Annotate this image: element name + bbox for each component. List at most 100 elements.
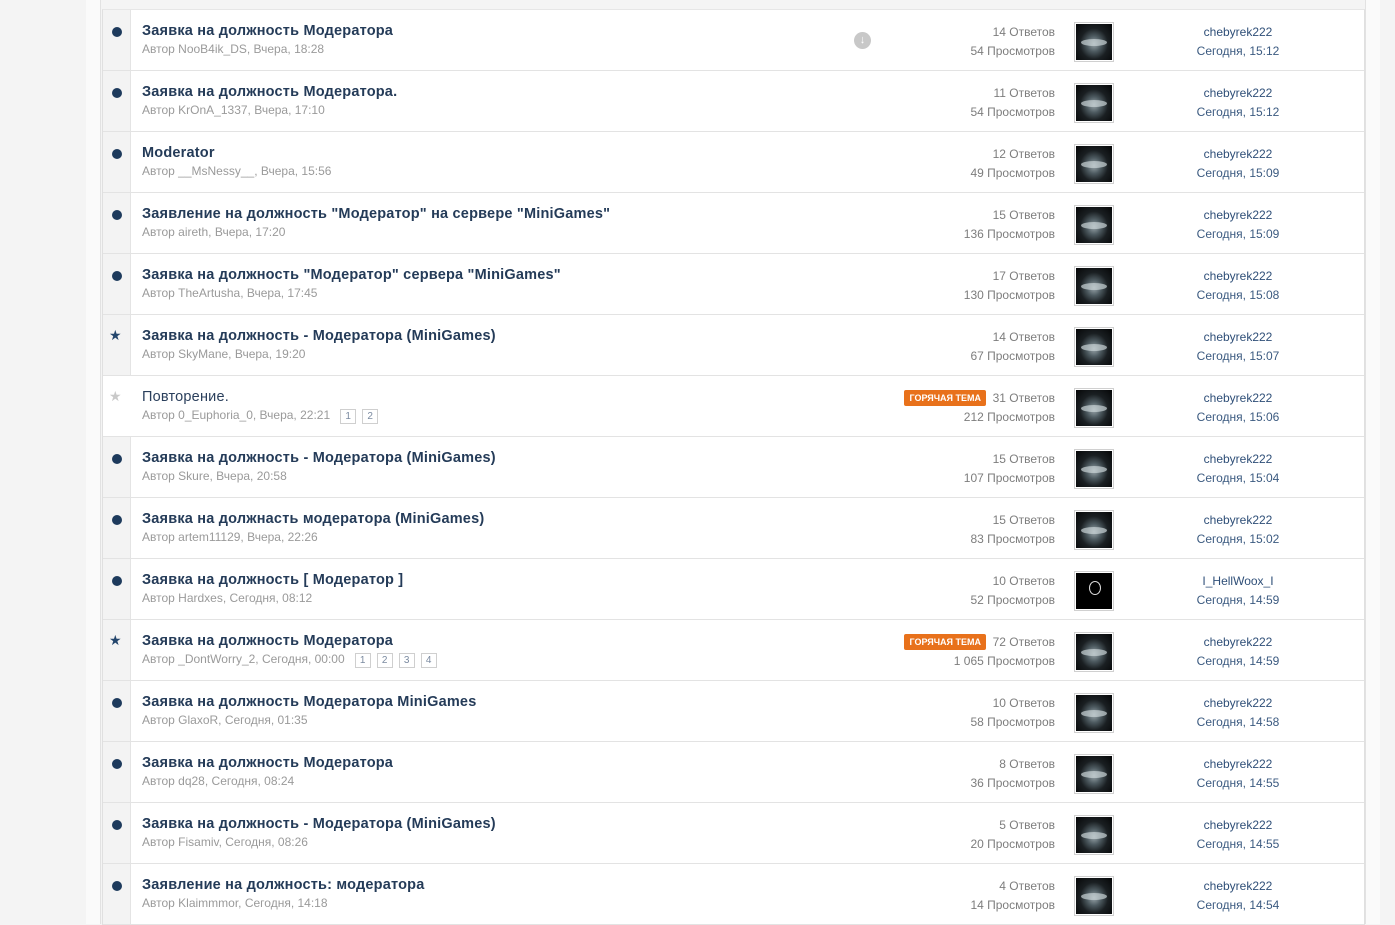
last-poster-avatar[interactable]	[1074, 266, 1114, 306]
last-poster-link[interactable]: chebyrek222	[1183, 450, 1293, 469]
thread-title-link[interactable]: Заявка на должность - Модератора (MiniGa…	[142, 816, 496, 832]
last-post-time-link[interactable]: Сегодня, 15:09	[1183, 164, 1293, 183]
last-poster-link[interactable]: chebyrek222	[1183, 328, 1293, 347]
thread-row: Заявка на должность Модератора MiniGames…	[103, 681, 1364, 742]
thread-title-link[interactable]: Заявка на должность - Модератора (MiniGa…	[142, 328, 496, 344]
thread-title-link[interactable]: Заявка на должность [ Модератор ]	[142, 572, 403, 588]
thread-row: Заявка на должнасть модератора (MiniGame…	[103, 498, 1364, 559]
reply-count: 14 Ответов	[992, 330, 1055, 344]
last-post-info: chebyrek222 Сегодня, 15:12	[1183, 23, 1293, 61]
last-post-time-link[interactable]: Сегодня, 14:54	[1183, 896, 1293, 915]
thread-title-link[interactable]: Заявка на должность Модератора	[142, 755, 393, 771]
thread-title-link[interactable]: Заявка на должность "Модератор" сервера …	[142, 267, 561, 283]
last-poster-avatar[interactable]	[1074, 876, 1114, 916]
thread-author-text: Автор Hardxes, Сегодня, 08:12	[142, 591, 313, 605]
last-poster-avatar[interactable]	[1074, 815, 1114, 855]
unread-dot-icon	[112, 149, 122, 159]
last-post-time-link[interactable]: Сегодня, 14:59	[1183, 652, 1293, 671]
last-poster-link[interactable]: chebyrek222	[1183, 877, 1293, 896]
reply-count: 11 Ответов	[993, 86, 1055, 100]
last-poster-link[interactable]: I_HellWoox_I	[1183, 572, 1293, 591]
last-poster-avatar[interactable]	[1074, 449, 1114, 489]
thread-author-text: Автор TheArtusha, Вчера, 17:45	[142, 286, 318, 300]
last-post-time-link[interactable]: Сегодня, 14:55	[1183, 774, 1293, 793]
last-poster-link[interactable]: chebyrek222	[1183, 145, 1293, 164]
last-post-time-link[interactable]: Сегодня, 15:06	[1183, 408, 1293, 427]
last-post-time-link[interactable]: Сегодня, 15:07	[1183, 347, 1293, 366]
thread-author-line: Автор __MsNessy__, Вчера, 15:56	[142, 164, 331, 178]
last-post-time-link[interactable]: Сегодня, 15:08	[1183, 286, 1293, 305]
last-post-info: chebyrek222 Сегодня, 15:06	[1183, 389, 1293, 427]
thread-status-cell	[103, 132, 131, 192]
thread-stats: 14 Ответов 67 Просмотров	[970, 328, 1055, 366]
last-poster-link[interactable]: chebyrek222	[1183, 755, 1293, 774]
last-post-time-link[interactable]: Сегодня, 15:12	[1183, 103, 1293, 122]
last-poster-avatar[interactable]	[1074, 22, 1114, 62]
thread-title-link[interactable]: Заявка на должность Модератора MiniGames	[142, 694, 476, 710]
last-post-time-link[interactable]: Сегодня, 14:55	[1183, 835, 1293, 854]
jump-to-unread-icon[interactable]: ↓	[854, 32, 871, 49]
last-post-time-link[interactable]: Сегодня, 14:58	[1183, 713, 1293, 732]
page-link[interactable]: 1	[340, 409, 357, 424]
last-poster-avatar[interactable]	[1074, 83, 1114, 123]
thread-author-line: Автор NooB4ik_DS, Вчера, 18:28	[142, 42, 324, 56]
last-poster-avatar[interactable]	[1074, 754, 1114, 794]
thread-author-text: Автор aireth, Вчера, 17:20	[142, 225, 286, 239]
unread-dot-icon	[112, 698, 122, 708]
page-link[interactable]: 1	[354, 653, 371, 668]
last-post-time-link[interactable]: Сегодня, 14:59	[1183, 591, 1293, 610]
thread-author-line: Автор aireth, Вчера, 17:20	[142, 225, 285, 239]
thread-title-link[interactable]: Заявка на должность Модератора	[142, 23, 393, 39]
page-link[interactable]: 3	[398, 653, 415, 668]
last-poster-link[interactable]: chebyrek222	[1183, 23, 1293, 42]
last-post-time-link[interactable]: Сегодня, 15:02	[1183, 530, 1293, 549]
avatar-image	[1076, 878, 1112, 914]
last-poster-avatar[interactable]	[1074, 205, 1114, 245]
last-poster-link[interactable]: chebyrek222	[1183, 633, 1293, 652]
page-link[interactable]: 2	[376, 653, 393, 668]
view-count: 58 Просмотров	[970, 715, 1055, 729]
last-poster-link[interactable]: chebyrek222	[1183, 389, 1293, 408]
thread-title-link[interactable]: Заявка на должнасть модератора (MiniGame…	[142, 511, 484, 527]
last-poster-avatar[interactable]	[1074, 693, 1114, 733]
last-poster-link[interactable]: chebyrek222	[1183, 694, 1293, 713]
last-poster-avatar[interactable]	[1074, 327, 1114, 367]
thread-page-links: 1234	[354, 652, 443, 668]
view-count: 20 Просмотров	[970, 837, 1055, 851]
view-count: 107 Просмотров	[963, 471, 1055, 485]
last-post-info: chebyrek222 Сегодня, 14:54	[1183, 877, 1293, 915]
thread-row: Заявление на должность: модератора Автор …	[103, 864, 1364, 925]
avatar-image	[1076, 634, 1112, 670]
thread-title-link[interactable]: Заявка на должность - Модератора (MiniGa…	[142, 450, 496, 466]
reply-count: 10 Ответов	[992, 574, 1055, 588]
last-poster-avatar[interactable]	[1074, 510, 1114, 550]
thread-row: Moderator Автор __MsNessy__, Вчера, 15:56…	[103, 132, 1364, 193]
last-poster-link[interactable]: chebyrek222	[1183, 84, 1293, 103]
thread-title-link[interactable]: Заявка на должность Модератора	[142, 633, 393, 649]
last-post-time-link[interactable]: Сегодня, 15:12	[1183, 42, 1293, 61]
last-post-time-link[interactable]: Сегодня, 15:09	[1183, 225, 1293, 244]
page-link[interactable]: 2	[362, 409, 379, 424]
last-poster-avatar[interactable]	[1074, 388, 1114, 428]
view-count: 14 Просмотров	[970, 898, 1055, 912]
thread-title-link[interactable]: Повторение.	[142, 389, 229, 405]
thread-title-link[interactable]: Заявление на должность: модератора	[142, 877, 424, 893]
last-poster-link[interactable]: chebyrek222	[1183, 267, 1293, 286]
avatar-image	[1076, 24, 1112, 60]
last-poster-link[interactable]: chebyrek222	[1183, 206, 1293, 225]
view-count: 83 Просмотров	[970, 532, 1055, 546]
last-poster-link[interactable]: chebyrek222	[1183, 511, 1293, 530]
thread-stats: 8 Ответов 36 Просмотров	[970, 755, 1055, 793]
page-link[interactable]: 4	[420, 653, 437, 668]
last-poster-link[interactable]: chebyrek222	[1183, 816, 1293, 835]
last-post-info: chebyrek222 Сегодня, 15:04	[1183, 450, 1293, 488]
thread-title-link[interactable]: Заявление на должность "Модератор" на се…	[142, 206, 610, 222]
thread-stats: 4 Ответов 14 Просмотров	[970, 877, 1055, 915]
last-post-time-link[interactable]: Сегодня, 15:04	[1183, 469, 1293, 488]
last-poster-avatar[interactable]	[1074, 632, 1114, 672]
thread-stats: 17 Ответов 130 Просмотров	[964, 267, 1055, 305]
last-poster-avatar[interactable]	[1074, 571, 1114, 611]
thread-title-link[interactable]: Moderator	[142, 145, 215, 161]
last-poster-avatar[interactable]	[1074, 144, 1114, 184]
thread-title-link[interactable]: Заявка на должность Модератора.	[142, 84, 397, 100]
